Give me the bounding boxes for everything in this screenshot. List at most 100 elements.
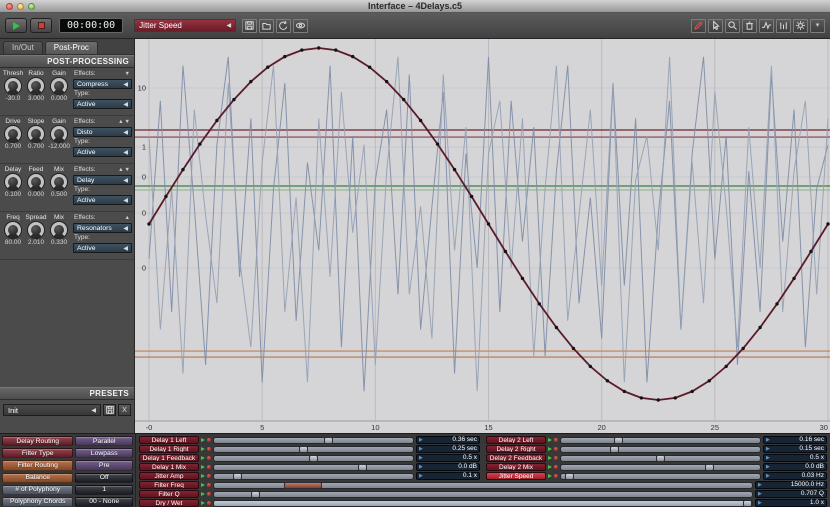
tab-in-out[interactable]: In/Out (3, 41, 43, 54)
save-button[interactable] (242, 18, 258, 33)
slider-track-jitter-speed[interactable] (560, 472, 761, 480)
delay-knob[interactable] (5, 174, 21, 190)
slider-label-delay-1-mix[interactable]: Delay 1 Mix (139, 463, 199, 471)
slider-handle-dry-wet[interactable] (743, 499, 752, 507)
effect-order-arrows[interactable]: ▲ (125, 214, 131, 222)
slider-handle-delay-1-mix[interactable] (358, 463, 368, 471)
value-arrow-icon[interactable]: ▶ (419, 446, 423, 452)
slider-handle-delay-1-right[interactable] (299, 445, 309, 453)
effect-order-arrows[interactable]: ▲▼ (118, 166, 131, 174)
value-arrow-icon[interactable]: ▶ (419, 437, 423, 443)
routing-value-delay-routing[interactable]: Parallel (75, 436, 133, 447)
slider-track-delay-2-mix[interactable] (560, 463, 761, 471)
routing-value-polyphony-chords[interactable]: 00 - None (75, 496, 133, 507)
mix-knob[interactable] (51, 222, 67, 238)
routing-value-balance[interactable]: Off (75, 472, 133, 483)
routing-name-filter-type[interactable]: Filter Type (2, 448, 74, 459)
value-arrow-icon[interactable]: ▶ (766, 455, 770, 461)
slider-label-dry-wet[interactable]: Dry / Wet (139, 499, 199, 507)
slider-label-delay-2-feedback[interactable]: Delay 2 Feedback (486, 454, 546, 462)
routing-name-balance[interactable]: Balance (2, 472, 74, 483)
waveform-button[interactable] (759, 18, 774, 33)
spread-knob[interactable] (28, 222, 44, 238)
routing-name-filter-routing[interactable]: Filter Routing (2, 460, 74, 471)
effect-selector[interactable]: Compress ◀ (73, 79, 132, 89)
slider-handle-jitter-speed[interactable] (564, 472, 574, 480)
value-arrow-icon[interactable]: ▶ (766, 473, 770, 479)
slider-track-delay-1-mix[interactable] (213, 463, 414, 471)
magnifier-button[interactable] (725, 18, 740, 33)
stop-button[interactable] (30, 18, 52, 33)
slider-handle-jitter-amp[interactable] (233, 472, 242, 480)
undo-button[interactable] (276, 18, 292, 33)
slider-track-dry-wet[interactable] (213, 499, 753, 507)
value-arrow-icon[interactable]: ▶ (766, 446, 770, 452)
slider-handle-filter-freq[interactable] (284, 481, 322, 489)
routing-name-of-polyphony[interactable]: # of Polyphony (2, 484, 74, 495)
slider-track-filter-q[interactable] (213, 490, 753, 498)
folder-button[interactable] (259, 18, 275, 33)
slider-label-jitter-amp[interactable]: Jitter Amp (139, 472, 199, 480)
parameter-selector[interactable]: Jitter Speed ◀ (134, 19, 237, 32)
slider-track-jitter-amp[interactable] (213, 472, 414, 480)
effect-order-arrows[interactable]: ▼ (125, 70, 131, 78)
menu-caret-button[interactable]: ▾ (810, 18, 825, 33)
close-button[interactable] (6, 3, 13, 10)
effect-type-selector[interactable]: Active ◀ (73, 195, 132, 205)
save-preset-button[interactable] (103, 404, 116, 416)
slider-handle-delay-2-right[interactable] (610, 445, 620, 453)
delete-preset-button[interactable]: X (118, 404, 131, 416)
feed-knob[interactable] (28, 174, 44, 190)
value-arrow-icon[interactable]: ▶ (758, 491, 762, 497)
value-arrow-icon[interactable]: ▶ (419, 455, 423, 461)
thresh-knob[interactable] (5, 78, 21, 94)
slider-handle-delay-2-mix[interactable] (705, 463, 715, 471)
effect-type-selector[interactable]: Active ◀ (73, 99, 132, 109)
value-arrow-icon[interactable]: ▶ (758, 482, 762, 488)
slider-label-filter-freq[interactable]: Filter Freq (139, 481, 199, 489)
levels-button[interactable] (776, 18, 791, 33)
value-arrow-icon[interactable]: ▶ (766, 464, 770, 470)
gain-knob[interactable] (51, 126, 67, 142)
routing-value-of-polyphony[interactable]: 1 (75, 484, 133, 495)
slider-label-filter-q[interactable]: Filter Q (139, 490, 199, 498)
effect-selector[interactable]: Resonators ◀ (73, 223, 132, 233)
value-arrow-icon[interactable]: ▶ (419, 473, 423, 479)
minimize-button[interactable] (17, 3, 24, 10)
routing-name-delay-routing[interactable]: Delay Routing (2, 436, 74, 447)
gear-button[interactable] (793, 18, 808, 33)
routing-name-polyphony-chords[interactable]: Polyphony Chords (2, 496, 74, 507)
slider-label-delay-2-mix[interactable]: Delay 2 Mix (486, 463, 546, 471)
cursor-button[interactable] (708, 18, 723, 33)
slider-handle-delay-2-left[interactable] (614, 436, 624, 444)
routing-value-filter-routing[interactable]: Pre (75, 460, 133, 471)
slider-track-delay-2-right[interactable] (560, 445, 761, 453)
slider-track-delay-1-left[interactable] (213, 436, 414, 444)
slider-handle-filter-q[interactable] (251, 490, 261, 498)
slider-label-delay-1-left[interactable]: Delay 1 Left (139, 436, 199, 444)
effect-selector[interactable]: Disto ◀ (73, 127, 132, 137)
zoom-window-button[interactable] (28, 3, 35, 10)
trash-button[interactable] (742, 18, 757, 33)
slider-track-delay-1-right[interactable] (213, 445, 414, 453)
graph-area[interactable]: 10 1 0 0 0 -0 5 10 15 20 25 30 (135, 39, 830, 433)
slider-handle-delay-1-left[interactable] (324, 436, 334, 444)
gain-knob[interactable] (51, 78, 67, 94)
slider-label-delay-1-feedback[interactable]: Delay 1 Feedback (139, 454, 199, 462)
slider-track-delay-2-left[interactable] (560, 436, 761, 444)
slider-handle-delay-2-feedback[interactable] (656, 454, 665, 462)
mix-knob[interactable] (51, 174, 67, 190)
slider-label-delay-2-right[interactable]: Delay 2 Right (486, 445, 546, 453)
preset-selector[interactable]: Init ◀ (3, 404, 101, 416)
freq-knob[interactable] (5, 222, 21, 238)
effect-selector[interactable]: Delay ◀ (73, 175, 132, 185)
ratio-knob[interactable] (28, 78, 44, 94)
slider-label-delay-2-left[interactable]: Delay 2 Left (486, 436, 546, 444)
slider-track-delay-2-feedback[interactable] (560, 454, 761, 462)
drive-knob[interactable] (5, 126, 21, 142)
effect-order-arrows[interactable]: ▲▼ (118, 118, 131, 126)
eye-button[interactable] (293, 18, 309, 33)
slider-label-jitter-speed[interactable]: Jitter Speed (486, 472, 546, 480)
value-arrow-icon[interactable]: ▶ (419, 464, 423, 470)
play-button[interactable] (5, 18, 27, 33)
